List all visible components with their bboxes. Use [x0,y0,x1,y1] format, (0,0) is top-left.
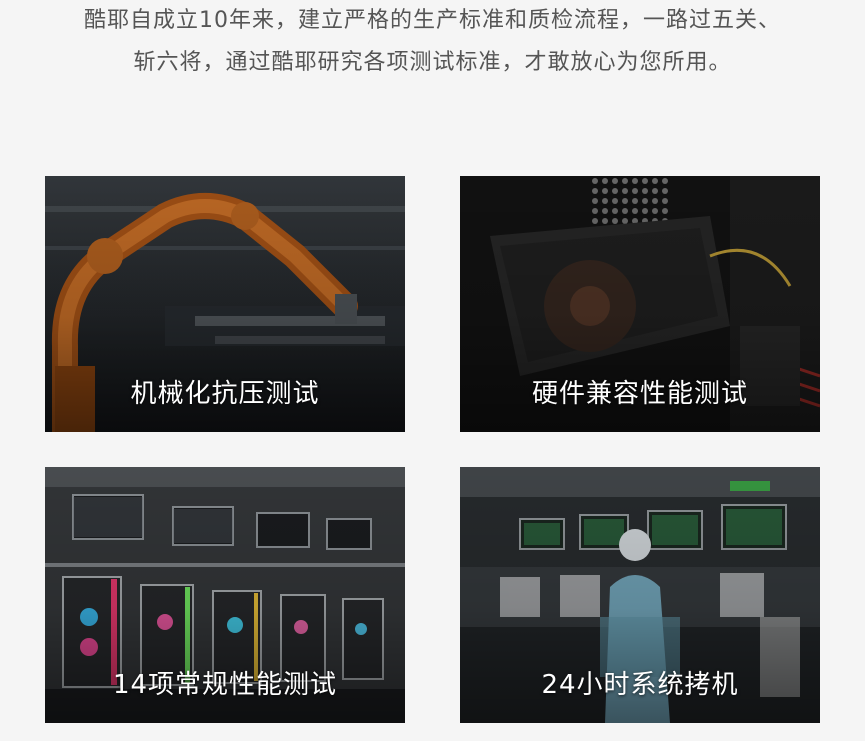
card-caption: 14项常规性能测试 [112,670,338,700]
test-card-performance: 14项常规性能测试 [45,467,405,723]
card-caption: 24小时系统拷机 [541,670,739,700]
card-caption: 硬件兼容性能测试 [531,379,748,409]
test-card-burn-in: 24小时系统拷机 [460,467,820,723]
test-card-mechanical: 机械化抗压测试 [45,176,405,432]
card-caption: 机械化抗压测试 [130,379,320,409]
test-card-hardware: 硬件兼容性能测试 [460,176,820,432]
intro-text: 酷耶自成立10年来，建立严格的生产标准和质检流程，一路过五关、 斩六将，通过酷耶… [0,0,865,84]
intro-line-2: 斩六将，通过酷耶研究各项测试标准，才敢放心为您所用。 [133,50,732,75]
intro-line-1: 酷耶自成立10年来，建立严格的生产标准和质检流程，一路过五关、 [84,8,781,33]
